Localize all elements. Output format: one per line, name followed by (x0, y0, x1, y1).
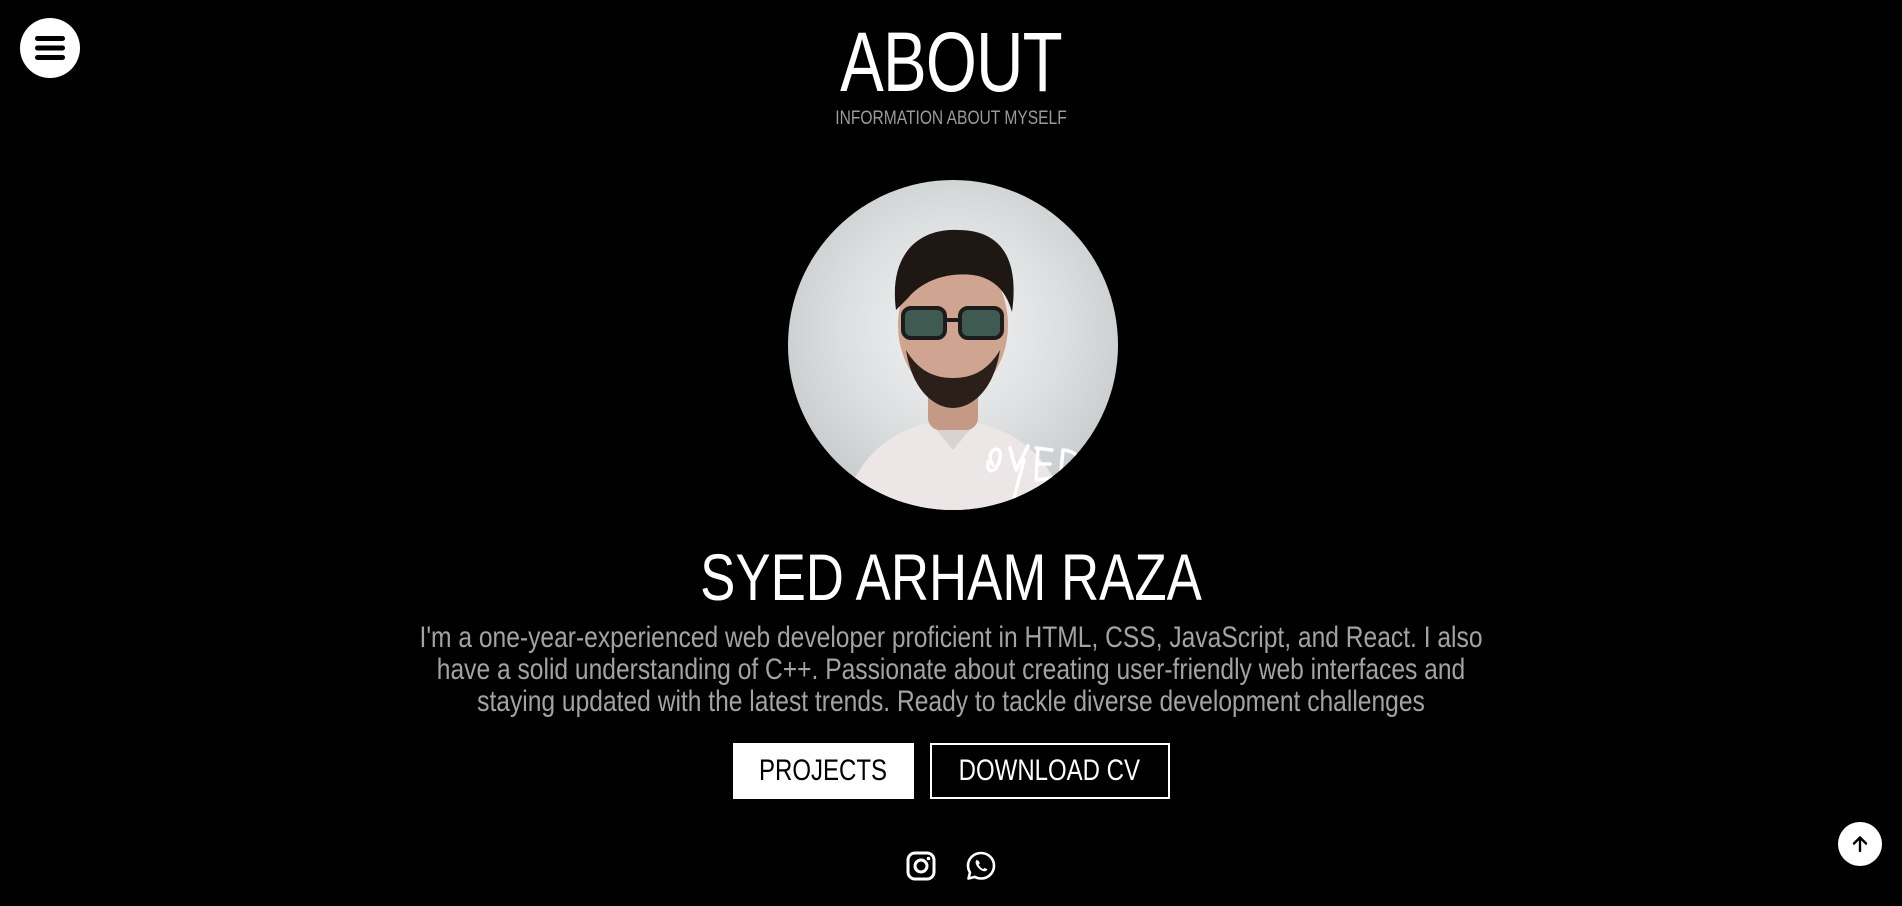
profile-bio: I'm a one-year-experienced web developer… (419, 621, 1483, 718)
download-cv-button-label: DOWNLOAD CV (958, 754, 1141, 787)
about-page: ABOUT INFORMATION ABOUT MYSELF SYED ARHA… (0, 0, 1902, 906)
profile-name: SYED ARHAM RAZA (700, 540, 1202, 614)
projects-button[interactable]: PROJECTS (732, 743, 914, 799)
profile-photo-image (843, 229, 1083, 510)
download-cv-button[interactable]: DOWNLOAD CV (929, 743, 1170, 799)
page-title: ABOUT (840, 15, 1063, 109)
action-buttons: PROJECTS DOWNLOAD CV (0, 743, 1902, 799)
instagram-link[interactable] (905, 850, 937, 882)
profile-photo (788, 180, 1118, 510)
instagram-icon (906, 851, 936, 881)
projects-button-label: PROJECTS (758, 754, 888, 787)
arrow-up-icon (1852, 836, 1868, 853)
page-header: ABOUT INFORMATION ABOUT MYSELF (0, 14, 1902, 130)
whatsapp-link[interactable] (965, 850, 997, 882)
page-subtitle: INFORMATION ABOUT MYSELF (835, 108, 1067, 129)
whatsapp-icon (966, 851, 996, 880)
social-links (0, 850, 1902, 882)
scroll-to-top-button[interactable] (1838, 822, 1882, 866)
